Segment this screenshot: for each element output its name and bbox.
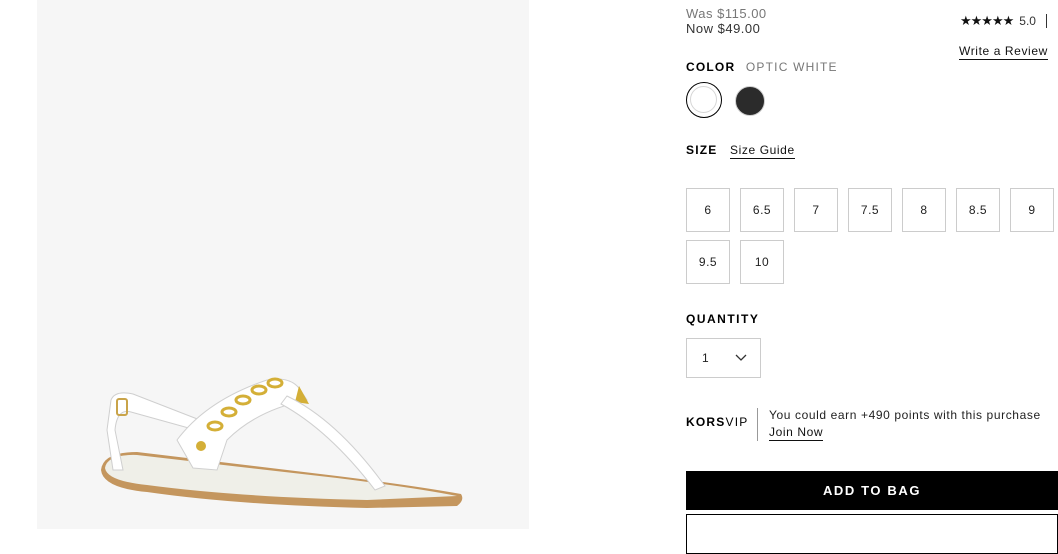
size-option-8-5[interactable]: 8.5 (956, 188, 1000, 232)
swatch-black[interactable] (735, 86, 765, 116)
join-now-link[interactable]: Join Now (769, 425, 824, 441)
size-label-row: SIZE Size Guide (686, 143, 795, 159)
write-review-link[interactable]: Write a Review (959, 44, 1048, 60)
price-block: Was $115.00 Now $49.00 (686, 6, 767, 36)
size-option-6[interactable]: 6 (686, 188, 730, 232)
price-was: Was $115.00 (686, 6, 767, 21)
size-option-10[interactable]: 10 (740, 240, 784, 284)
korsvip-message: You could earn +490 points with this pur… (769, 408, 1041, 422)
size-option-8[interactable]: 8 (902, 188, 946, 232)
size-option-7[interactable]: 7 (794, 188, 838, 232)
size-guide-link[interactable]: Size Guide (730, 143, 795, 159)
chevron-down-icon (735, 354, 747, 361)
size-option-7-5[interactable]: 7.5 (848, 188, 892, 232)
color-label-row: COLOR OPTIC WHITE (686, 60, 838, 74)
secondary-action-button[interactable] (686, 514, 1058, 554)
quantity-value: 1 (702, 351, 709, 365)
korsvip-logo: KORSVIP (686, 415, 749, 429)
swatch-optic-white-fill (690, 86, 717, 113)
swatch-optic-white[interactable] (686, 82, 722, 118)
size-option-6-5[interactable]: 6.5 (740, 188, 784, 232)
star-rating-icon: ★★★★★ (960, 13, 1014, 28)
quantity-select[interactable]: 1 (686, 338, 761, 378)
size-option-9[interactable]: 9 (1010, 188, 1054, 232)
korsvip-divider (757, 408, 758, 441)
color-label: COLOR (686, 60, 736, 74)
rating[interactable]: ★★★★★ 5.0 (960, 13, 1047, 29)
add-to-bag-button[interactable]: ADD TO BAG (686, 471, 1058, 510)
rating-score: 5.0 (1019, 14, 1036, 28)
price-now: Now $49.00 (686, 21, 761, 36)
rating-divider (1045, 14, 1047, 28)
size-option-9-5[interactable]: 9.5 (686, 240, 730, 284)
korsvip-banner: KORSVIP You could earn +490 points with … (686, 408, 1058, 444)
size-label: SIZE (686, 143, 718, 157)
product-image[interactable] (37, 0, 529, 529)
selected-color-name: OPTIC WHITE (745, 60, 838, 74)
sandal-image (101, 377, 463, 508)
quantity-label: QUANTITY (686, 312, 760, 326)
